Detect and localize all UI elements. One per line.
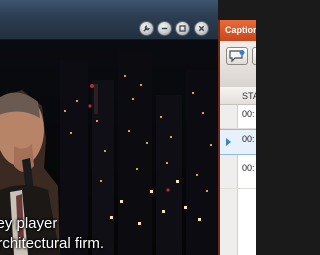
video-window: key player architectural firm. xyxy=(0,0,218,255)
caption-overlay: key player architectural firm. xyxy=(0,214,218,254)
video-titlebar[interactable] xyxy=(0,0,218,40)
video-frame[interactable]: key player architectural firm. xyxy=(0,40,218,255)
caption-line-1: key player xyxy=(0,215,58,232)
add-caption-button[interactable] xyxy=(226,47,248,65)
captions-panel: Caption STA 00: 00: 00: xyxy=(218,20,256,255)
wrench-icon[interactable] xyxy=(139,21,154,36)
minimize-icon[interactable] xyxy=(157,21,172,36)
panel-title[interactable]: Caption xyxy=(220,20,256,41)
close-icon[interactable] xyxy=(194,21,209,36)
caption-line-2: architectural firm. xyxy=(0,235,105,252)
restore-icon[interactable] xyxy=(175,21,190,36)
toolbar-button[interactable] xyxy=(252,47,256,65)
panel-toolbar xyxy=(220,41,256,87)
table-row[interactable]: 00: xyxy=(220,105,256,129)
caption-bubble-icon xyxy=(229,49,245,62)
caption-table: STA 00: 00: 00: xyxy=(220,87,256,255)
column-header-start[interactable]: STA xyxy=(220,87,256,105)
table-row[interactable]: 00: xyxy=(220,155,256,189)
row-pointer-icon xyxy=(226,138,231,146)
row-start-time: 00: xyxy=(242,163,255,173)
row-start-time: 00: xyxy=(242,109,255,119)
column-header-label: STA xyxy=(242,91,256,101)
row-start-time: 00: xyxy=(242,134,255,144)
